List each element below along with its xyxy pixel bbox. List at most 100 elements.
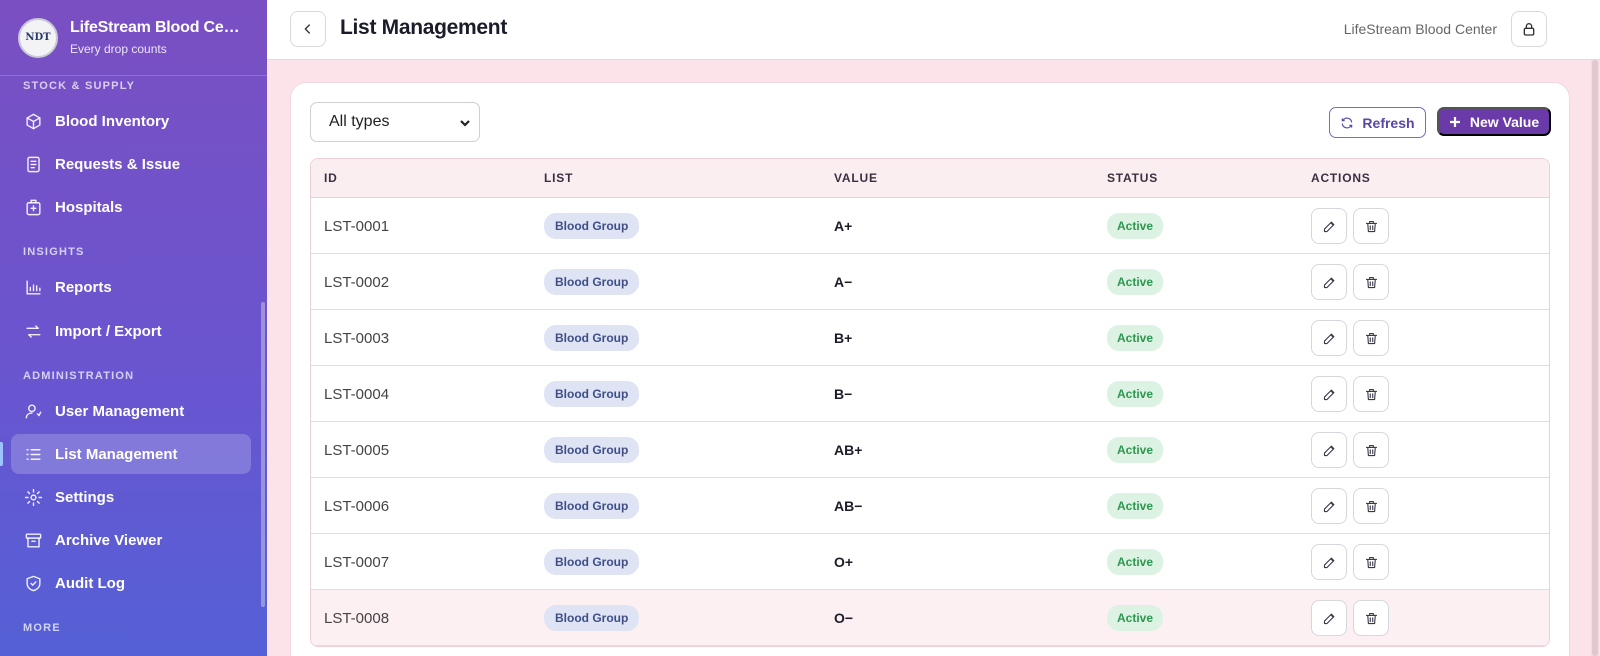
table-row[interactable]: LST-0005 Blood Group AB+ Active <box>311 422 1549 478</box>
sidebar-item-blood-inventory[interactable]: Blood Inventory <box>11 101 251 141</box>
top-header: List Management LifeStream Blood Center <box>267 0 1600 60</box>
delete-button[interactable] <box>1353 544 1389 580</box>
delete-button[interactable] <box>1353 376 1389 412</box>
status-badge: Active <box>1107 269 1164 295</box>
sidebar-item-label: Reports <box>55 278 112 296</box>
sidebar-item-user-management[interactable]: User Management <box>11 391 251 431</box>
column-header-actions: ACTIONS <box>1311 171 1371 185</box>
table-row[interactable]: LST-0006 Blood Group AB− Active <box>311 478 1549 534</box>
table-row[interactable]: LST-0001 Blood Group A+ Active <box>311 198 1549 254</box>
row-list-cell: Blood Group <box>544 310 640 366</box>
table-row[interactable]: LST-0002 Blood Group A− Active <box>311 254 1549 310</box>
sidebar-item-import-export[interactable]: Import / Export <box>11 311 251 351</box>
row-value: A+ <box>834 218 853 234</box>
bar-chart-icon <box>23 277 43 297</box>
trash-icon <box>1365 276 1377 288</box>
list-management-card: All types Refresh New Value ID LIST VALU… <box>290 82 1570 656</box>
sidebar-item-archive-viewer[interactable]: Archive Viewer <box>11 520 251 560</box>
table-row[interactable]: LST-0004 Blood Group B− Active <box>311 366 1549 422</box>
sidebar-item-audit-log[interactable]: Audit Log <box>11 563 251 603</box>
row-status-cell: Active <box>1107 478 1164 534</box>
status-badge: Active <box>1107 381 1164 407</box>
brand-logo: NDT <box>18 17 58 58</box>
delete-button[interactable] <box>1353 320 1389 356</box>
back-button[interactable] <box>290 11 326 47</box>
pencil-icon <box>1323 277 1334 288</box>
row-id: LST-0008 <box>324 609 390 627</box>
sidebar-item-label: Hospitals <box>55 198 123 216</box>
row-id: LST-0005 <box>324 441 390 459</box>
table-row[interactable]: LST-0003 Blood Group B+ Active <box>311 310 1549 366</box>
sidebar-item-hospitals[interactable]: Hospitals <box>11 187 251 227</box>
row-actions <box>1311 310 1395 366</box>
row-id: LST-0001 <box>324 217 390 235</box>
type-filter-select[interactable]: All types <box>310 102 480 142</box>
section-label-stock: STOCK & SUPPLY <box>23 80 136 92</box>
delete-button[interactable] <box>1353 208 1389 244</box>
refresh-button[interactable]: Refresh <box>1329 107 1426 138</box>
row-status-cell: Active <box>1107 254 1164 310</box>
delete-button[interactable] <box>1353 432 1389 468</box>
list-badge: Blood Group <box>544 605 640 631</box>
edit-button[interactable] <box>1311 600 1347 636</box>
table-row[interactable]: LST-0008 Blood Group O− Active <box>311 590 1549 646</box>
delete-button[interactable] <box>1353 488 1389 524</box>
column-header-id[interactable]: ID <box>324 171 338 185</box>
sidebar-item-requests-issue[interactable]: Requests & Issue <box>11 144 251 184</box>
chevron-left-icon <box>304 24 310 34</box>
row-status-cell: Active <box>1107 198 1164 254</box>
edit-button[interactable] <box>1311 488 1347 524</box>
pencil-icon <box>1323 389 1334 400</box>
section-label-administration: ADMINISTRATION <box>23 370 135 382</box>
row-value: A− <box>834 274 853 290</box>
sidebar-item-label: List Management <box>55 445 178 463</box>
hospital-icon <box>23 197 43 217</box>
row-actions <box>1311 198 1395 254</box>
row-status-cell: Active <box>1107 310 1164 366</box>
row-id: LST-0006 <box>324 497 390 515</box>
trash-icon <box>1365 500 1377 512</box>
edit-button[interactable] <box>1311 376 1347 412</box>
status-badge: Active <box>1107 549 1164 575</box>
row-actions <box>1311 478 1395 534</box>
row-value: AB− <box>834 498 863 514</box>
sidebar-item-label: User Management <box>55 402 185 420</box>
lock-button[interactable] <box>1511 11 1547 47</box>
pencil-icon <box>1323 613 1334 624</box>
type-filter-value: All types <box>329 113 390 130</box>
refresh-label: Refresh <box>1362 114 1415 131</box>
sidebar: NDT LifeStream Blood Center Every drop c… <box>0 0 267 656</box>
list-badge: Blood Group <box>544 437 640 463</box>
sidebar-item-label: Requests & Issue <box>55 155 181 173</box>
column-header-value[interactable]: VALUE <box>834 171 878 185</box>
pencil-icon <box>1323 501 1334 512</box>
brand-tagline: Every drop counts <box>70 42 167 56</box>
list-icon <box>23 444 43 464</box>
table-header: ID LIST VALUE STATUS ACTIONS <box>311 159 1549 198</box>
row-actions <box>1311 534 1395 590</box>
brand-header: NDT LifeStream Blood Center Every drop c… <box>0 0 267 76</box>
sidebar-item-list-management[interactable]: List Management <box>11 434 251 474</box>
new-value-button[interactable]: New Value <box>1437 107 1551 136</box>
gear-icon <box>23 487 43 507</box>
sidebar-item-settings[interactable]: Settings <box>11 477 251 517</box>
page-scrollbar[interactable] <box>1591 60 1599 656</box>
archive-icon <box>23 530 43 550</box>
edit-button[interactable] <box>1311 320 1347 356</box>
delete-button[interactable] <box>1353 600 1389 636</box>
sidebar-scrollbar[interactable] <box>261 302 265 607</box>
edit-button[interactable] <box>1311 208 1347 244</box>
sidebar-item-reports[interactable]: Reports <box>11 267 251 307</box>
row-actions <box>1311 590 1395 646</box>
plus-icon <box>1449 116 1460 127</box>
column-header-list[interactable]: LIST <box>544 171 573 185</box>
edit-button[interactable] <box>1311 432 1347 468</box>
column-header-status[interactable]: STATUS <box>1107 171 1158 185</box>
page-scrollbar-thumb[interactable] <box>1592 60 1598 656</box>
trash-icon <box>1365 556 1377 568</box>
edit-button[interactable] <box>1311 544 1347 580</box>
table-row[interactable]: LST-0007 Blood Group O+ Active <box>311 534 1549 590</box>
delete-button[interactable] <box>1353 264 1389 300</box>
edit-button[interactable] <box>1311 264 1347 300</box>
table-body: LST-0001 Blood Group A+ Active LST-0002 … <box>311 198 1549 646</box>
